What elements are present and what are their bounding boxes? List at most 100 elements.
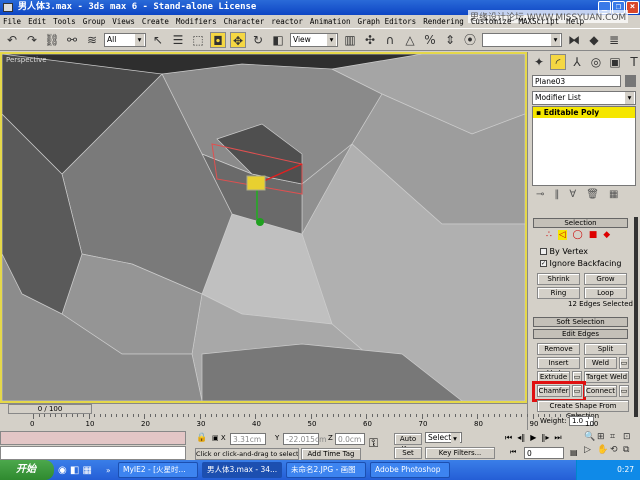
move-icon[interactable]: ✥ bbox=[230, 31, 246, 48]
insert-vertex-button[interactable]: Insert Vertex bbox=[537, 357, 580, 377]
zoom-extents-icon[interactable]: ⌗ bbox=[610, 432, 623, 442]
redo-icon[interactable]: ↷ bbox=[24, 32, 40, 48]
key-mode-dropdown[interactable]: Selected bbox=[425, 432, 462, 443]
make-unique-icon[interactable]: ∀ bbox=[569, 189, 576, 200]
split-button[interactable]: Split bbox=[584, 343, 627, 355]
edit-edges-rollout-header[interactable]: Edit Edges bbox=[533, 329, 628, 339]
start-button[interactable]: 开始 bbox=[0, 460, 54, 480]
time-config-icon[interactable]: ▤ bbox=[570, 448, 578, 457]
zoom-icon[interactable]: 🔍 bbox=[584, 432, 597, 442]
target-weld-button[interactable]: Target Weld bbox=[584, 371, 629, 383]
edge-level-icon[interactable]: ◁ bbox=[557, 230, 567, 240]
menu-animation[interactable]: Animation bbox=[310, 15, 351, 28]
connect-button[interactable]: Connect bbox=[584, 385, 617, 397]
arc-rotate-icon[interactable]: ⟲ bbox=[610, 445, 623, 455]
lock-icon[interactable]: 🔒 bbox=[196, 433, 207, 443]
pin-stack-icon[interactable]: ⊸ bbox=[536, 189, 544, 200]
link-icon[interactable]: ⛓ bbox=[44, 32, 60, 48]
add-time-tag-button[interactable]: Add Time Tag bbox=[301, 448, 361, 460]
unlink-icon[interactable]: ⚯ bbox=[64, 32, 80, 48]
time-slider-thumb[interactable]: 0 / 100 bbox=[8, 404, 92, 414]
object-name-field[interactable]: Plane03 bbox=[532, 75, 621, 87]
connect-settings-button[interactable]: ▭ bbox=[619, 385, 629, 397]
previous-frame-icon[interactable]: ◂‖ bbox=[517, 433, 525, 443]
percent-snap-icon[interactable]: % bbox=[422, 32, 438, 48]
x-coord-field[interactable]: 3.31cm bbox=[230, 433, 266, 445]
maxscript-listener-pink[interactable] bbox=[0, 431, 186, 445]
current-frame-field[interactable]: 0 bbox=[524, 447, 564, 459]
pan-icon[interactable]: ✋ bbox=[597, 445, 610, 455]
pivot-icon[interactable]: ▥ bbox=[342, 32, 358, 48]
motion-tab-icon[interactable]: ◎ bbox=[588, 54, 604, 70]
object-color-swatch[interactable] bbox=[625, 75, 636, 87]
z-coord-field[interactable]: 0.0cm bbox=[335, 433, 365, 445]
rotate-icon[interactable]: ↻ bbox=[250, 32, 266, 48]
select-icon[interactable]: ↖ bbox=[150, 32, 166, 48]
chamfer-settings-button[interactable]: ▭ bbox=[572, 385, 582, 397]
mirror-icon[interactable]: ⧓ bbox=[566, 32, 582, 48]
key-filters-button[interactable]: Key Filters... bbox=[425, 447, 495, 459]
ring-button[interactable]: Ring bbox=[537, 287, 580, 299]
maximize-viewport-icon[interactable]: ⧉ bbox=[623, 445, 636, 455]
menu-help[interactable]: Help bbox=[566, 15, 584, 28]
perspective-viewport[interactable]: Perspective bbox=[0, 52, 527, 403]
auto-key-button[interactable]: Auto Key bbox=[394, 433, 422, 453]
menu-reactor[interactable]: reactor bbox=[271, 15, 303, 28]
panel-scrollbar[interactable] bbox=[634, 217, 638, 417]
stack-item-editable-poly[interactable]: ▪ Editable Poly bbox=[533, 107, 635, 118]
quick-launch-expand-icon[interactable]: » bbox=[106, 466, 114, 475]
zoom-all-icon[interactable]: ⊞ bbox=[597, 432, 610, 442]
loop-button[interactable]: Loop bbox=[584, 287, 627, 299]
selection-filter-dropdown[interactable]: All bbox=[104, 32, 146, 47]
window-crossing-icon[interactable]: ◘ bbox=[210, 31, 226, 48]
menu-views[interactable]: Views bbox=[112, 15, 135, 28]
snap-icon[interactable]: ∩ bbox=[382, 32, 398, 48]
menu-modifiers[interactable]: Modifiers bbox=[176, 15, 217, 28]
menu-tools[interactable]: Tools bbox=[53, 15, 76, 28]
select-by-name-icon[interactable]: ☰ bbox=[170, 32, 186, 48]
menu-group[interactable]: Group bbox=[83, 15, 106, 28]
menu-character[interactable]: Character bbox=[224, 15, 265, 28]
task-photoshop[interactable]: Adobe Photoshop bbox=[370, 462, 450, 478]
weld-button[interactable]: Weld bbox=[584, 357, 617, 369]
angle-snap-icon[interactable]: △ bbox=[402, 32, 418, 48]
modify-tab-icon[interactable]: ◜ bbox=[550, 54, 566, 70]
next-frame-icon[interactable]: ‖▸ bbox=[541, 433, 549, 443]
menu-create[interactable]: Create bbox=[142, 15, 169, 28]
menu-graph-editors[interactable]: Graph Editors bbox=[357, 15, 416, 28]
polygon-level-icon[interactable]: ■ bbox=[589, 230, 598, 240]
go-to-end-icon[interactable]: ⏭ bbox=[554, 433, 561, 443]
named-selection-icon[interactable]: ⦿ bbox=[462, 32, 478, 48]
time-slider[interactable]: 0 / 100 bbox=[0, 403, 527, 414]
key-mode-toggle-icon[interactable]: ⏮ bbox=[510, 448, 516, 457]
create-tab-icon[interactable]: ✦ bbox=[531, 54, 547, 70]
named-selection-dropdown[interactable] bbox=[482, 32, 562, 47]
go-to-start-icon[interactable]: ⏮ bbox=[505, 433, 512, 443]
undo-icon[interactable]: ↶ bbox=[4, 32, 20, 48]
grow-button[interactable]: Grow bbox=[584, 273, 627, 285]
task-paint[interactable]: 未命名2.JPG - 画图 bbox=[286, 462, 366, 478]
align-icon[interactable]: ◆ bbox=[586, 32, 602, 48]
reference-coord-dropdown[interactable]: View bbox=[290, 32, 338, 47]
field-of-view-icon[interactable]: ▷ bbox=[584, 445, 597, 455]
remove-modifier-icon[interactable]: 🗑 bbox=[586, 189, 599, 200]
quick-launch-icons[interactable]: ◉ ◧ ▦ bbox=[58, 465, 102, 476]
play-icon[interactable]: ▶ bbox=[530, 433, 536, 443]
track-bar[interactable]: 0 10 20 30 40 50 60 70 80 90 100 bbox=[0, 414, 598, 430]
element-level-icon[interactable]: ◆ bbox=[603, 230, 610, 240]
layers-icon[interactable]: ≣ bbox=[606, 32, 622, 48]
hierarchy-tab-icon[interactable]: ⅄ bbox=[569, 54, 585, 70]
selection-rollout-header[interactable]: Selection bbox=[533, 218, 628, 228]
weld-settings-button[interactable]: ▭ bbox=[619, 357, 629, 369]
create-shape-button[interactable]: Create Shape From Selection bbox=[537, 400, 629, 420]
set-key-button[interactable]: Set Key bbox=[394, 447, 422, 467]
maxscript-listener-white[interactable] bbox=[0, 446, 186, 460]
utilities-tab-icon[interactable]: T bbox=[626, 54, 640, 70]
menu-maxscript[interactable]: MAXScript bbox=[518, 15, 559, 28]
by-vertex-checkbox[interactable]: By Vertex bbox=[538, 247, 588, 256]
set-key-icon[interactable]: ⚿ bbox=[369, 436, 378, 451]
zoom-extents-all-icon[interactable]: ⊡ bbox=[623, 432, 636, 442]
absolute-mode-icon[interactable]: ▣ X bbox=[212, 434, 226, 442]
manipulate-icon[interactable]: ✣ bbox=[362, 32, 378, 48]
shrink-button[interactable]: Shrink bbox=[537, 273, 580, 285]
